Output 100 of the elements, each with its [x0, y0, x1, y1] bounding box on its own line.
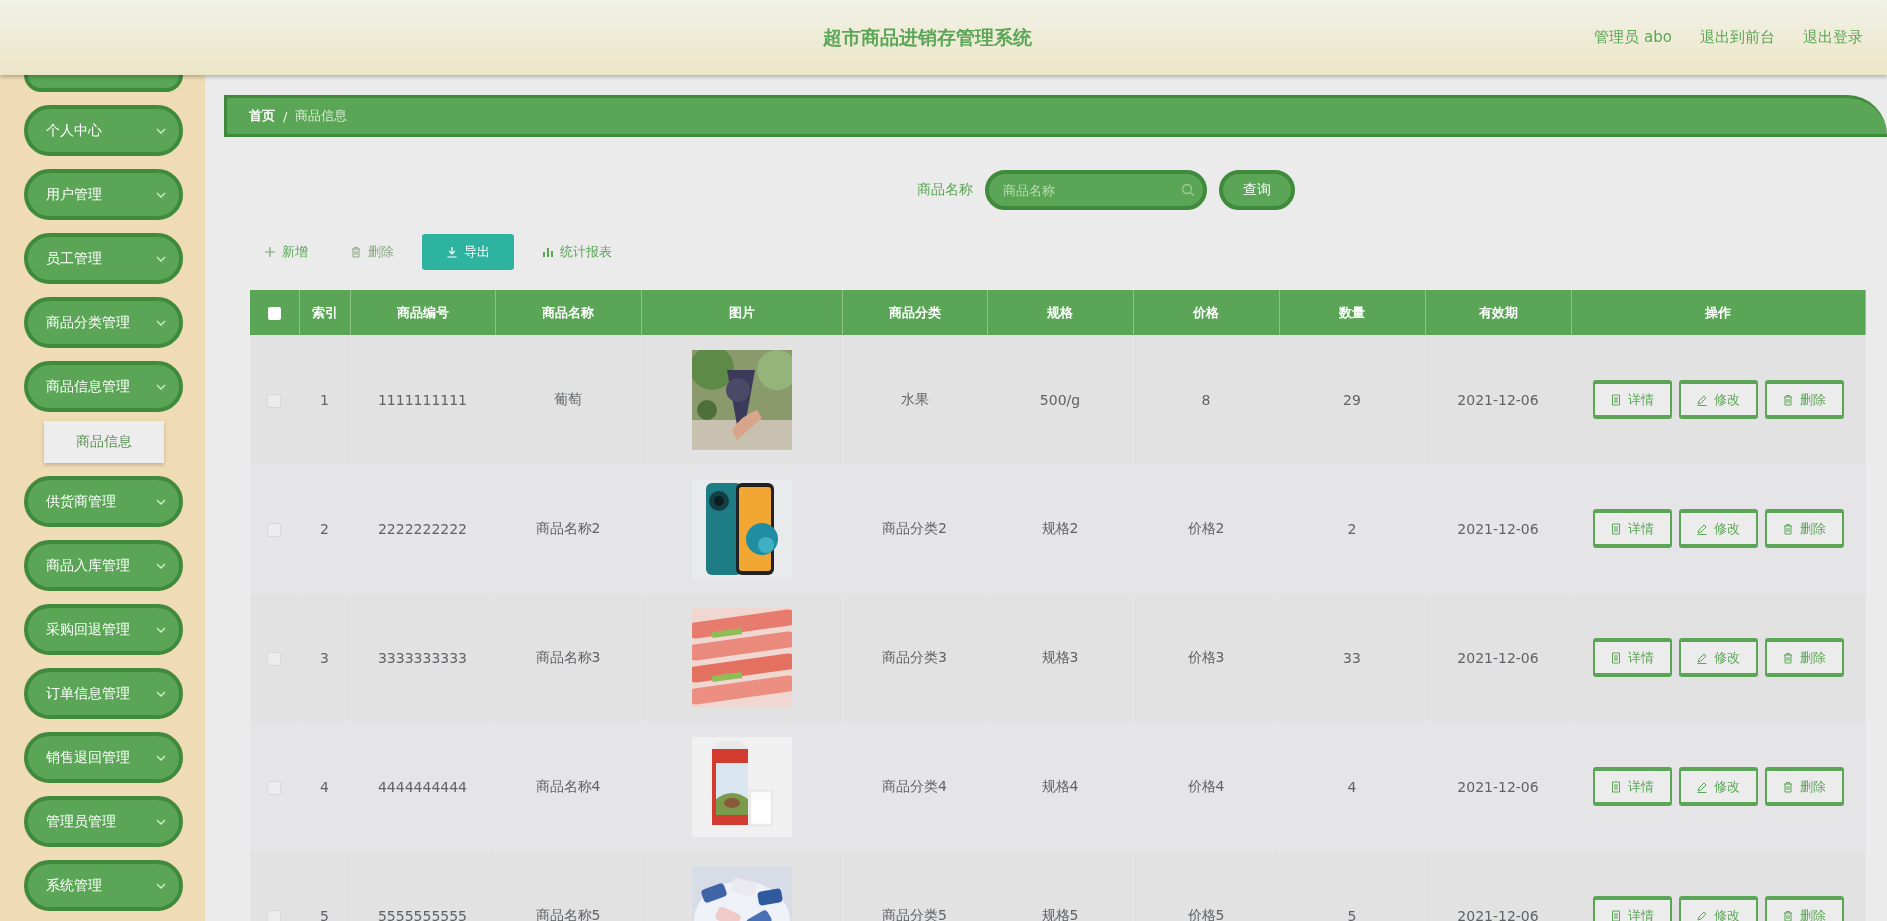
table-cell: 价格2: [1187, 519, 1225, 538]
document-icon: [1610, 780, 1623, 793]
table-cell: 2222222222: [377, 520, 468, 537]
table-cell: 5: [1347, 907, 1357, 921]
table-cell: 4444444444: [377, 778, 468, 795]
table-cell: 8: [1201, 391, 1211, 408]
plus-icon: [264, 246, 276, 258]
sidebar-item[interactable]: 系统管理: [24, 860, 183, 911]
column-header: 商品分类: [888, 303, 941, 322]
menu-label: 商品入库管理: [46, 556, 131, 575]
edit-button[interactable]: 修改: [1678, 767, 1758, 806]
edit-button[interactable]: 修改: [1678, 509, 1758, 548]
export-button[interactable]: 导出: [422, 234, 514, 270]
document-icon: [1610, 651, 1623, 664]
column-header: 操作: [1705, 303, 1732, 322]
delete-button[interactable]: 删除: [1764, 896, 1844, 921]
menu-label: 用户管理: [46, 185, 103, 204]
table-cell: 33: [1343, 649, 1361, 666]
table-cell: 价格5: [1187, 906, 1225, 921]
sidebar-item[interactable]: 员工管理: [24, 233, 183, 284]
table-cell: 葡萄: [554, 390, 582, 409]
table-cell: 2021-12-06: [1457, 391, 1539, 408]
table-cell: 3: [320, 649, 329, 666]
delete-button[interactable]: 删除: [1764, 638, 1844, 677]
details-button[interactable]: 详情: [1592, 380, 1672, 419]
sidebar-item[interactable]: 订单信息管理: [24, 668, 183, 719]
sidebar-item[interactable]: 用户管理: [24, 169, 183, 220]
details-button[interactable]: 详情: [1592, 509, 1672, 548]
delete-button[interactable]: 删除: [1764, 380, 1844, 419]
add-button[interactable]: 新增: [250, 234, 322, 270]
table-cell: 1111111111: [377, 391, 468, 408]
menu-label: 管理员管理: [46, 812, 117, 831]
sidebar-item[interactable]: 采购回退管理: [24, 604, 183, 655]
table-cell: 商品名称2: [535, 519, 601, 538]
table-cell: 规格5: [1041, 906, 1079, 921]
trash-icon: [1782, 909, 1795, 921]
breadcrumb-item[interactable]: 首页: [249, 107, 275, 125]
table-cell: 2021-12-06: [1457, 778, 1539, 795]
delete-button[interactable]: 删除: [336, 234, 408, 270]
search-icon: [1180, 183, 1195, 197]
table-cell: 5555555555: [377, 907, 468, 921]
table-cell: 2021-12-06: [1457, 520, 1539, 537]
sidebar-item[interactable]: 销售退回管理: [24, 732, 183, 783]
pencil-icon: [1696, 780, 1709, 793]
menu-label: 商品信息管理: [46, 377, 131, 396]
menu-label: 采购回退管理: [46, 620, 131, 639]
edit-button[interactable]: 修改: [1678, 380, 1758, 419]
table-cell: 1: [320, 391, 329, 408]
sidebar-item[interactable]: [24, 75, 183, 92]
edit-button[interactable]: 修改: [1678, 896, 1758, 921]
document-icon: [1610, 393, 1623, 406]
sidebar-item[interactable]: 商品分类管理: [24, 297, 183, 348]
header-link[interactable]: 退出登录: [1803, 28, 1863, 47]
trash-icon: [1782, 393, 1795, 406]
menu-label: 系统管理: [46, 876, 103, 895]
app-title: 超市商品进销存管理系统: [821, 24, 1033, 50]
table-cell: 5: [320, 907, 329, 921]
pencil-icon: [1696, 522, 1709, 535]
table-cell: 商品名称3: [535, 648, 601, 667]
breadcrumb-separator: /: [283, 108, 288, 124]
submenu-item[interactable]: 商品信息: [44, 421, 164, 463]
column-header: 规格: [1047, 303, 1073, 322]
delete-button[interactable]: 删除: [1764, 509, 1844, 548]
column-header: 商品名称: [542, 303, 594, 322]
table-cell: 商品名称4: [535, 777, 601, 796]
table-cell: 规格4: [1041, 777, 1079, 796]
table-cell: 2021-12-06: [1457, 907, 1539, 921]
sidebar-item[interactable]: 个人中心: [24, 105, 183, 156]
column-header: 有效期: [1478, 303, 1518, 322]
sidebar-item[interactable]: 管理员管理: [24, 796, 183, 847]
details-button[interactable]: 详情: [1592, 896, 1672, 921]
table-cell: 500/g: [1039, 391, 1081, 408]
trash-icon: [1782, 780, 1795, 793]
report-button[interactable]: 统计报表: [528, 234, 626, 270]
details-button[interactable]: 详情: [1592, 767, 1672, 806]
trash-icon: [1782, 522, 1795, 535]
sidebar-item[interactable]: 商品入库管理: [24, 540, 183, 591]
pencil-icon: [1696, 909, 1709, 921]
search-field[interactable]: 商品名称: [984, 170, 1207, 210]
table-cell: 2: [1347, 520, 1357, 537]
delete-button[interactable]: 删除: [1764, 767, 1844, 806]
menu-label: 销售退回管理: [46, 748, 131, 767]
menu-label: 个人中心: [46, 121, 103, 140]
header-link[interactable]: 退出到前台: [1700, 28, 1775, 47]
table-cell: 商品分类3: [882, 648, 947, 667]
header-link[interactable]: 管理员 abo: [1594, 28, 1672, 47]
sidebar-item[interactable]: 供货商管理: [24, 476, 183, 527]
column-header: 索引: [311, 303, 338, 322]
table-cell: 规格3: [1041, 648, 1079, 667]
details-button[interactable]: 详情: [1592, 638, 1672, 677]
pencil-icon: [1696, 393, 1709, 406]
edit-button[interactable]: 修改: [1678, 638, 1758, 677]
menu-label: 商品分类管理: [46, 313, 131, 332]
table-cell: 商品分类5: [882, 906, 947, 921]
table-cell: 4: [1347, 778, 1357, 795]
menu-label: 供货商管理: [46, 492, 117, 511]
sidebar-item[interactable]: 商品信息管理: [24, 361, 183, 412]
table-cell: 水果: [900, 390, 929, 409]
search-button[interactable]: 查询: [1218, 170, 1295, 210]
select-all-checkbox[interactable]: [267, 307, 281, 320]
